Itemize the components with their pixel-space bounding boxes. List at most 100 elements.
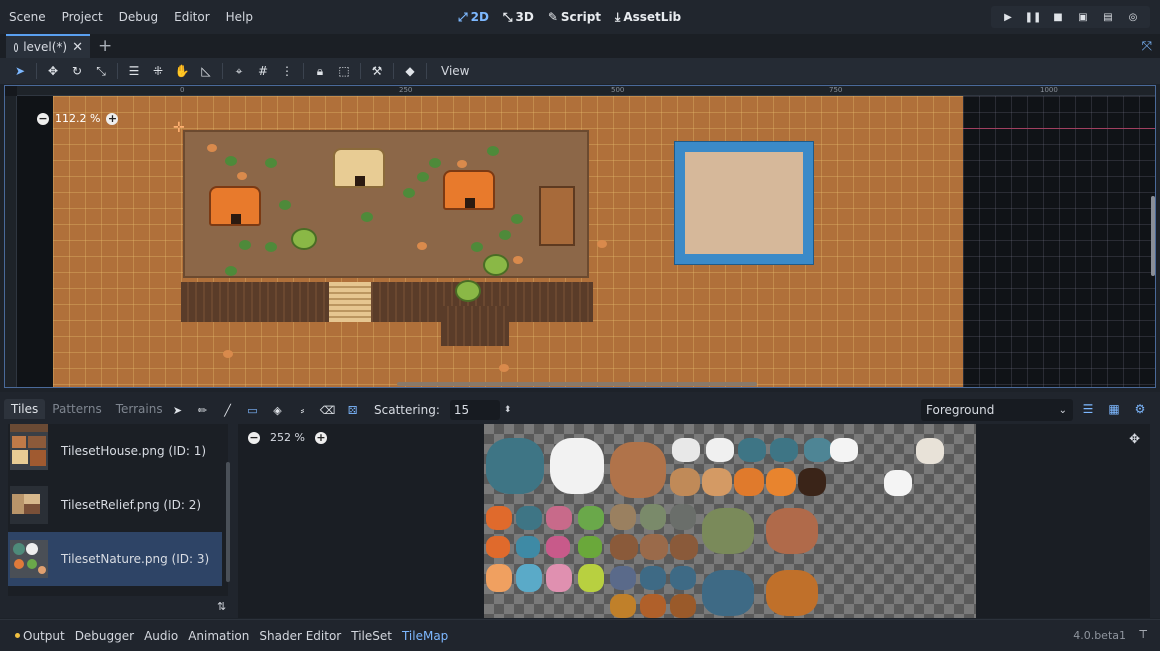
tab-terrains[interactable]: Terrains [109,399,170,419]
atlas-tile[interactable] [640,504,666,530]
atlas-tile[interactable] [766,468,796,496]
tab-animation[interactable]: Animation [183,629,254,643]
menu-debug[interactable]: Debug [111,10,166,24]
play-icon[interactable]: ▶ [997,7,1019,27]
layer-select[interactable]: Foreground ⌄ [921,399,1073,421]
snap-options-icon[interactable]: ⋮ [275,60,299,82]
picker-tool-icon[interactable]: ⸗ [291,401,314,419]
spinner-icon[interactable]: ⬍ [504,405,512,415]
random-tile-icon[interactable]: ⚄ [341,401,364,419]
atlas-view[interactable]: − 252 % + ✥ [238,424,1150,618]
pan-mode-icon[interactable]: ✋ [170,60,194,82]
ruler-mode-icon[interactable]: ◺ [194,60,218,82]
atlas-tile[interactable] [610,442,666,498]
atlas-tile[interactable] [670,468,700,496]
view-menu[interactable]: View [431,64,479,78]
atlas-tile[interactable] [706,438,734,462]
move-panel-icon[interactable]: ✥ [1129,432,1140,447]
canvas-area[interactable]: ✛ − 112.2 % + [17,96,1155,387]
workspace-assetlib[interactable]: ⤓ AssetLib [615,10,681,25]
smart-snap-icon[interactable]: ⌖ [227,60,251,82]
atlas-tile[interactable] [738,438,766,462]
add-scene-icon[interactable]: + [98,36,112,56]
atlas-tile[interactable] [766,508,818,554]
atlas-tile[interactable] [610,504,636,530]
atlas-tile[interactable] [916,438,944,464]
atlas-zoom-value[interactable]: 252 % [270,431,305,444]
movie-maker-icon[interactable]: ◎ [1122,7,1144,27]
select-mode-icon[interactable]: ➤ [8,60,32,82]
atlas-tile[interactable] [770,438,798,462]
zoom-out-icon[interactable]: − [37,112,49,125]
atlas-tile[interactable] [516,536,540,558]
tab-debugger[interactable]: Debugger [70,629,139,643]
atlas-tile[interactable] [702,468,732,496]
horizontal-scrollbar[interactable] [397,382,757,386]
viewport-zoom-value[interactable]: 112.2 % [55,112,100,125]
atlas-tile[interactable] [546,536,570,558]
workspace-3d[interactable]: ⤡ 3D [503,10,534,25]
menu-project[interactable]: Project [54,10,111,24]
atlas-tile[interactable] [486,438,544,494]
workspace-script[interactable]: ✎ Script [548,10,601,24]
atlas-tile[interactable] [546,564,572,592]
atlas-tile[interactable] [804,438,832,462]
atlas-tile[interactable] [578,564,604,592]
tab-output[interactable]: Output [10,629,70,643]
zoom-in-icon[interactable]: + [106,112,119,125]
list-select-icon[interactable]: ☰ [122,60,146,82]
canvas-viewport[interactable]: 0 250 500 750 1000 ✛ − 112.2 % + [4,85,1156,388]
tab-patterns[interactable]: Patterns [45,399,108,419]
atlas-tile[interactable] [486,536,510,558]
zoom-out-icon[interactable]: − [248,431,260,444]
atlas-tile[interactable] [670,566,696,590]
pause-icon[interactable]: ❚❚ [1022,7,1044,27]
tileset-item-relief[interactable]: TilesetRelief.png (ID: 2) [8,478,222,532]
atlas-tile[interactable] [670,534,698,560]
atlas-tile[interactable] [486,506,512,530]
select-tool-icon[interactable]: ➤ [166,401,189,419]
pivot-mode-icon[interactable]: ⁜ [146,60,170,82]
rect-tool-icon[interactable]: ▭ [241,401,264,419]
atlas-tile[interactable] [672,438,700,462]
atlas-tile[interactable] [610,566,636,590]
camera-override-icon[interactable]: ◆ [398,60,422,82]
atlas-tile[interactable] [830,438,858,462]
grid-snap-icon[interactable]: # [251,60,275,82]
play-scene-icon[interactable]: ▣ [1072,7,1094,27]
menu-editor[interactable]: Editor [166,10,218,24]
group-icon[interactable]: ⬚ [332,60,356,82]
atlas-tile[interactable] [670,594,696,618]
workspace-2d[interactable]: ⤢ 2D [458,10,489,25]
atlas-tile[interactable] [734,468,764,496]
atlas-tile[interactable] [486,564,512,592]
atlas-tile[interactable] [610,534,638,560]
atlas-tile[interactable] [702,508,754,554]
move-mode-icon[interactable]: ✥ [41,60,65,82]
skeleton-icon[interactable]: ⚒ [365,60,389,82]
tileset-atlas[interactable] [484,424,976,618]
atlas-tile[interactable] [766,570,818,616]
tab-audio[interactable]: Audio [139,629,183,643]
tab-tiles[interactable]: Tiles [4,399,46,419]
eraser-tool-icon[interactable]: ⌫ [316,401,339,419]
atlas-tile[interactable] [640,594,666,618]
grid-toggle-icon[interactable]: ▦ [1104,400,1124,418]
lock-icon[interactable]: 🔒︎ [308,60,332,82]
tileset-item-house[interactable]: TilesetHouse.png (ID: 1) [8,424,222,478]
atlas-tile[interactable] [702,570,754,616]
atlas-tile[interactable] [578,536,602,558]
atlas-tile[interactable] [516,564,542,592]
rotate-mode-icon[interactable]: ↻ [65,60,89,82]
stop-icon[interactable]: ■ [1047,7,1069,27]
tab-shader-editor[interactable]: Shader Editor [254,629,346,643]
menu-help[interactable]: Help [218,10,261,24]
distraction-free-icon[interactable]: ⤧ [1142,39,1152,54]
sort-icon[interactable]: ⇅ [217,600,226,613]
tilemap-menu-icon[interactable]: ⚙ [1130,400,1150,418]
zoom-in-icon[interactable]: + [314,431,327,444]
highlight-layer-icon[interactable]: ☰ [1078,400,1098,418]
tileset-list-scrollbar[interactable] [226,462,230,582]
tab-tileset[interactable]: TileSet [346,629,397,643]
tileset-item-nature[interactable]: TilesetNature.png (ID: 3) [8,532,222,586]
